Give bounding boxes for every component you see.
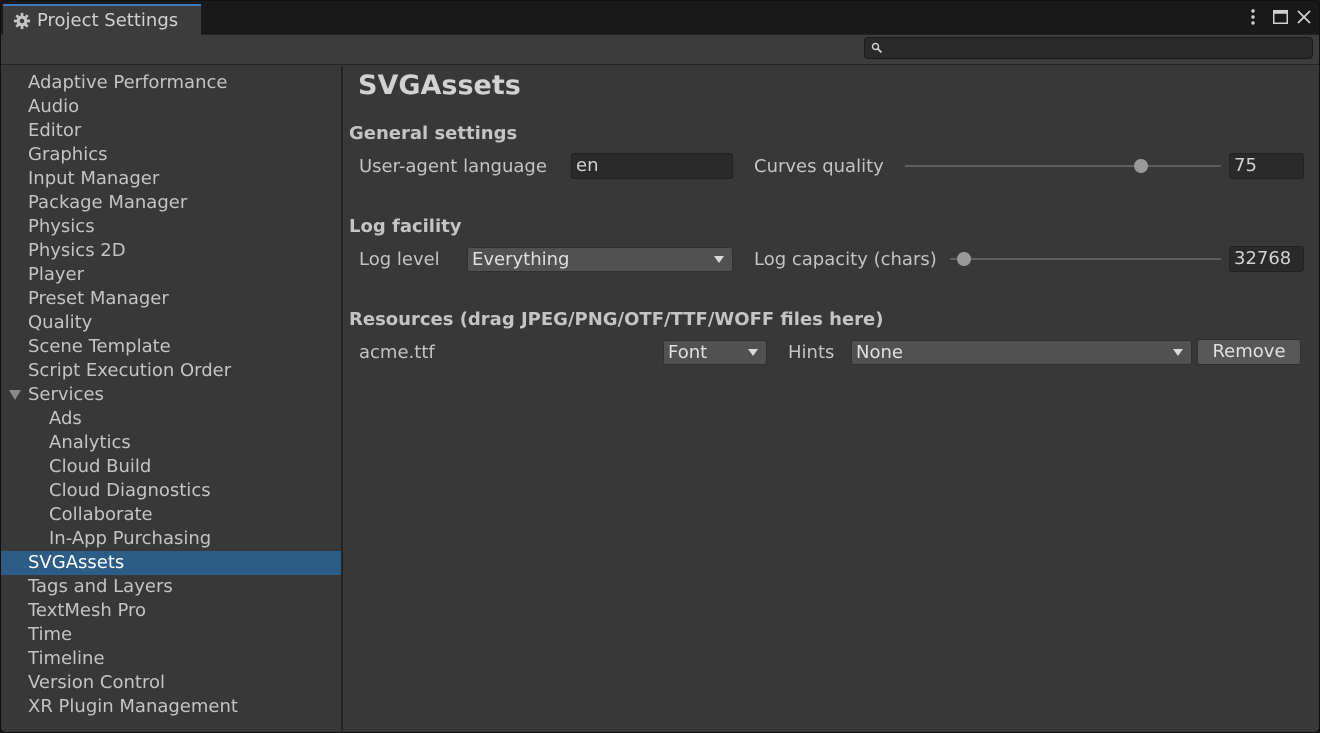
search-box[interactable] [864,37,1313,59]
log-capacity-field[interactable]: 32768 [1229,246,1304,272]
resource-type-dropdown[interactable]: Font [663,340,767,365]
section-resources: Resources (drag JPEG/PNG/OTF/TTF/WOFF fi… [349,309,884,330]
settings-sidebar: Adaptive Performance Audio Editor Graphi… [1,66,343,732]
sidebar-item-label: Collaborate [49,504,153,525]
chevron-down-icon [1173,349,1183,356]
tab-title: Project Settings [37,10,179,31]
sidebar-item-label: Preset Manager [28,288,169,309]
sidebar-item-in-app-purchasing[interactable]: In-App Purchasing [1,527,341,551]
sidebar-item-input-manager[interactable]: Input Manager [1,167,341,191]
sidebar-item-timeline[interactable]: Timeline [1,647,341,671]
sidebar-item-quality[interactable]: Quality [1,311,341,335]
log-capacity-slider-track[interactable] [950,258,1221,260]
curves-quality-slider-thumb[interactable] [1134,159,1149,173]
sidebar-item-label: Scene Template [28,336,171,357]
sidebar-item-label: Services [28,384,104,405]
user-agent-language-field[interactable]: en [571,153,733,179]
sidebar-item-analytics[interactable]: Analytics [1,431,341,455]
sidebar-item-label: Adaptive Performance [28,72,228,93]
resource-name: acme.ttf [359,342,435,363]
sidebar-item-tags-and-layers[interactable]: Tags and Layers [1,575,341,599]
sidebar-item-services[interactable]: Services [1,383,341,407]
sidebar-item-label: In-App Purchasing [49,528,212,549]
maximize-button[interactable] [1271,7,1289,27]
log-capacity-label: Log capacity (chars) [754,249,937,270]
sidebar-item-label: Input Manager [28,168,160,189]
sidebar-item-label: Quality [28,312,93,333]
kebab-menu-icon [1251,9,1255,25]
sidebar-item-label: Graphics [28,144,108,165]
sidebar-item-label: Player [28,264,85,285]
tab-project-settings[interactable]: Project Settings [3,4,201,35]
sidebar-item-label: SVGAssets [28,552,125,573]
sidebar-item-adaptive-performance[interactable]: Adaptive Performance [1,71,341,95]
close-button[interactable] [1295,7,1313,27]
chevron-down-icon [714,256,724,263]
sidebar-item-physics-2d[interactable]: Physics 2D [1,239,341,263]
sidebar-item-label: XR Plugin Management [28,696,238,717]
sidebar-item-label: Script Execution Order [28,360,232,381]
project-settings-window: Project Settings Adaptive Performance Au… [0,0,1320,733]
sidebar-item-label: Timeline [28,648,105,669]
curves-quality-label: Curves quality [754,156,884,177]
sidebar-item-scene-template[interactable]: Scene Template [1,335,341,359]
sidebar-item-editor[interactable]: Editor [1,119,341,143]
sidebar-item-audio[interactable]: Audio [1,95,341,119]
sidebar-item-label: Time [28,624,73,645]
sidebar-item-label: Version Control [28,672,165,693]
sidebar-item-time[interactable]: Time [1,623,341,647]
search-icon [871,42,883,54]
sidebar-item-label: Analytics [49,432,131,453]
hints-dropdown[interactable]: None [851,340,1192,365]
curves-quality-slider-track[interactable] [905,165,1221,167]
remove-resource-button[interactable]: Remove [1197,339,1301,365]
title-bar: Project Settings [1,1,1319,35]
toolbar [1,35,1319,65]
sidebar-item-collaborate[interactable]: Collaborate [1,503,341,527]
sidebar-item-cloud-build[interactable]: Cloud Build [1,455,341,479]
sidebar-item-cloud-diagnostics[interactable]: Cloud Diagnostics [1,479,341,503]
sidebar-item-package-manager[interactable]: Package Manager [1,191,341,215]
gear-icon [13,12,31,29]
user-agent-language-label: User-agent language [359,156,547,177]
sidebar-item-ads[interactable]: Ads [1,407,341,431]
sidebar-item-label: Physics [28,216,95,237]
close-icon [1297,10,1311,24]
sidebar-item-label: Physics 2D [28,240,126,261]
search-input[interactable] [887,39,1311,59]
sidebar-item-xr-plugin-management[interactable]: XR Plugin Management [1,695,341,719]
log-level-value: Everything [472,249,570,270]
sidebar-item-script-execution-order[interactable]: Script Execution Order [1,359,341,383]
page-title: SVGAssets [358,70,521,101]
chevron-down-icon [748,349,758,356]
log-level-label: Log level [359,249,440,270]
maximize-icon [1272,10,1288,24]
resource-type-value: Font [668,342,708,363]
sidebar-item-version-control[interactable]: Version Control [1,671,341,695]
log-capacity-slider-thumb[interactable] [956,252,971,266]
sidebar-item-label: Tags and Layers [28,576,173,597]
curves-quality-field[interactable]: 75 [1229,153,1304,179]
hints-value: None [856,342,903,363]
hints-label: Hints [788,342,835,363]
sidebar-item-label: TextMesh Pro [28,600,147,621]
sidebar-item-label: Package Manager [28,192,188,213]
sidebar-item-textmesh-pro[interactable]: TextMesh Pro [1,599,341,623]
sidebar-item-graphics[interactable]: Graphics [1,143,341,167]
log-level-dropdown[interactable]: Everything [467,247,733,272]
sidebar-item-preset-manager[interactable]: Preset Manager [1,287,341,311]
settings-panel: SVGAssets General settings User-agent la… [343,66,1319,732]
sidebar-item-label: Cloud Diagnostics [49,480,211,501]
sidebar-item-player[interactable]: Player [1,263,341,287]
section-general-settings: General settings [349,123,518,144]
sidebar-item-label: Editor [28,120,82,141]
sidebar-item-label: Audio [28,96,80,117]
window-menu-button[interactable] [1245,7,1261,27]
sidebar-item-svgassets[interactable]: SVGAssets [1,551,341,575]
sidebar-item-physics[interactable]: Physics [1,215,341,239]
foldout-expanded-icon[interactable] [9,390,21,400]
sidebar-item-label: Cloud Build [49,456,152,477]
section-log-facility: Log facility [349,216,462,237]
sidebar-item-label: Ads [49,408,82,429]
